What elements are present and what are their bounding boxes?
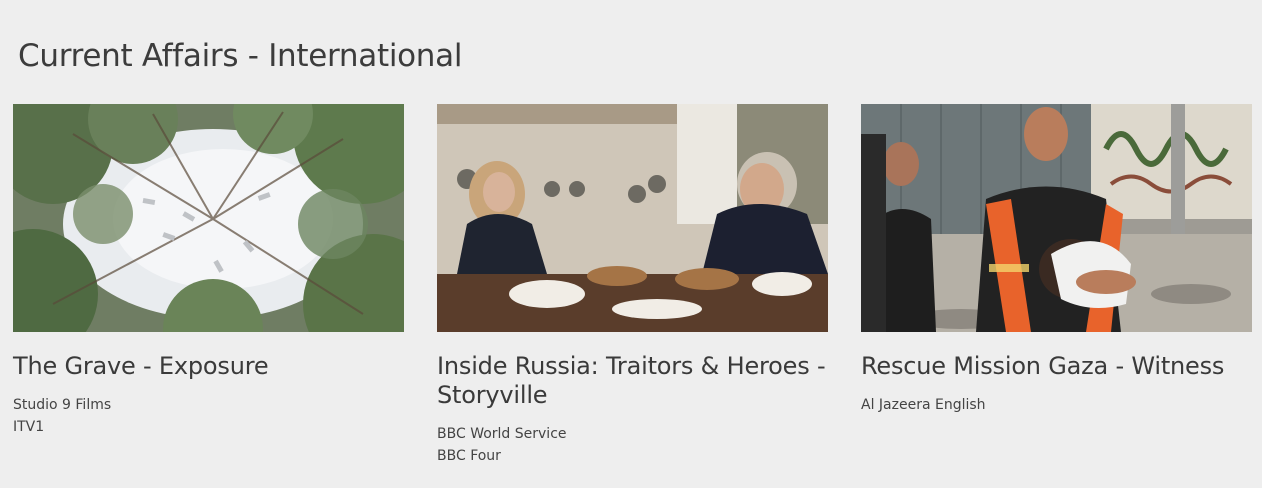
programme-title[interactable]: Rescue Mission Gaza - Witness bbox=[861, 352, 1252, 381]
section-title: Current Affairs - International bbox=[18, 38, 463, 74]
programme-channel: Al Jazeera English bbox=[861, 397, 986, 413]
programme-channel: ITV1 bbox=[13, 419, 45, 435]
rescuer-carrying-child-image bbox=[861, 104, 1252, 332]
kitchen-dinner-conversation-image bbox=[437, 104, 828, 332]
programme-channel: BBC Four bbox=[437, 448, 501, 464]
programme-card-the-grave[interactable]: The Grave - Exposure Studio 9 Films ITV1 bbox=[13, 104, 404, 438]
programme-thumbnail[interactable] bbox=[861, 104, 1252, 332]
current-affairs-international-section: Current Affairs - International The Grav… bbox=[0, 0, 1262, 488]
programme-title[interactable]: The Grave - Exposure bbox=[13, 352, 404, 381]
programme-meta: Studio 9 Films ITV1 bbox=[13, 394, 404, 438]
programme-producer: Studio 9 Films bbox=[13, 397, 112, 413]
programme-meta: BBC World Service BBC Four bbox=[437, 423, 828, 467]
programme-thumbnail[interactable] bbox=[13, 104, 404, 332]
programme-meta: Al Jazeera English bbox=[861, 394, 1252, 416]
programme-thumbnail[interactable] bbox=[437, 104, 828, 332]
programme-title[interactable]: Inside Russia: Traitors & Heroes - Story… bbox=[437, 352, 828, 410]
programme-card-inside-russia[interactable]: Inside Russia: Traitors & Heroes - Story… bbox=[437, 104, 828, 467]
aerial-snowy-forest-image bbox=[13, 104, 404, 332]
programme-card-rescue-mission-gaza[interactable]: Rescue Mission Gaza - Witness Al Jazeera… bbox=[861, 104, 1252, 416]
programme-producer: BBC World Service bbox=[437, 426, 567, 442]
